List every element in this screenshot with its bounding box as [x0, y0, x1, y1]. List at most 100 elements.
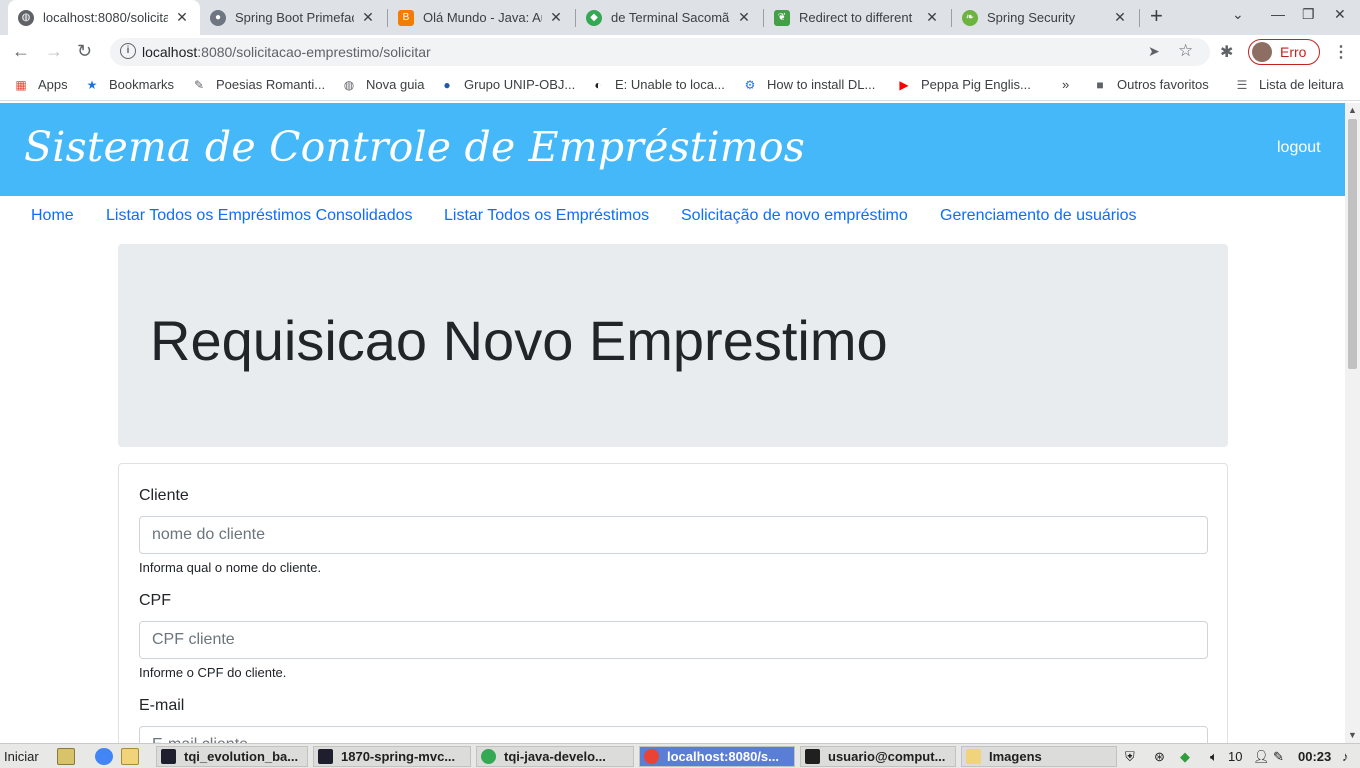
bookmark-label: How to install DL... [767, 77, 876, 92]
minimize-icon[interactable]: — [1271, 6, 1285, 22]
send-icon[interactable]: ➤ [1148, 43, 1160, 60]
bookmark-poesias[interactable]: ✎ Poesias Romanti... [192, 77, 325, 92]
taskbar-window-localhost[interactable]: localhost:8080/s... [639, 746, 795, 767]
volume-icon[interactable]: 🔈︎ [1210, 749, 1218, 765]
bookmark-label: Poesias Romanti... [216, 77, 326, 92]
nav-solicitacao[interactable]: Solicitação de novo empréstimo [681, 207, 908, 225]
folder-icon [966, 749, 981, 764]
window-title: Imagens [989, 749, 1042, 764]
close-tab-icon[interactable]: ✕ [736, 9, 752, 26]
scrollbar-thumb[interactable] [1348, 119, 1357, 369]
site-title: Sistema de Controle de Empréstimos [24, 123, 805, 171]
reading-list[interactable]: ☰ Lista de leitura [1235, 77, 1344, 92]
back-icon[interactable]: ← [12, 41, 30, 62]
folder-launcher-icon[interactable] [121, 748, 139, 765]
new-tab-icon[interactable]: + [1150, 3, 1163, 29]
close-tab-icon[interactable]: ✕ [360, 9, 376, 26]
address-bar[interactable]: i localhost:8080/solicitacao-emprestimo/… [110, 38, 1210, 66]
taskbar-window-terminal[interactable]: usuario@comput... [800, 746, 956, 767]
window-title: tqi_evolution_ba... [184, 749, 299, 764]
user-icon[interactable]: 👤︎ [1253, 749, 1270, 765]
taskbar-window-tqi-evolution[interactable]: tqi_evolution_ba... [156, 746, 308, 767]
close-tab-icon[interactable]: ✕ [174, 9, 190, 26]
github-icon: ● [210, 9, 226, 26]
tab-localhost[interactable]: ◍ localhost:8080/solicitacao ✕ [8, 0, 200, 35]
music-note-icon[interactable]: ♪ [1342, 749, 1349, 764]
profile-status-label: Erro [1280, 44, 1307, 60]
tab-strip: ◍ localhost:8080/solicitacao ✕ ● Spring … [0, 0, 1360, 35]
close-tab-icon[interactable]: ✕ [548, 9, 564, 26]
bookmark-peppa-pig[interactable]: ▶ Peppa Pig Englis... [897, 77, 1031, 92]
cliente-label: Cliente [139, 487, 189, 504]
cpf-input[interactable] [139, 621, 1208, 659]
maps-icon: ◆ [586, 9, 602, 26]
address-url[interactable]: localhost:8080/solicitacao-emprestimo/so… [142, 44, 431, 60]
tab-title: localhost:8080/solicitacao [43, 10, 168, 25]
chrome-launcher-icon[interactable] [95, 748, 113, 765]
pen-icon[interactable]: ✎ [1273, 749, 1284, 765]
reload-icon[interactable]: ↻ [77, 41, 92, 62]
bookmark-outros-favoritos[interactable]: ■ Outros favoritos [1093, 77, 1208, 92]
bookmark-unable-to-locate[interactable]: ◐ E: Unable to loca... [591, 77, 724, 92]
security-tray-icon[interactable]: ⊛ [1154, 749, 1165, 765]
logout-link[interactable]: logout [1277, 139, 1321, 157]
menu-dots-icon[interactable]: ⋮ [1333, 42, 1349, 62]
poetry-site-icon: ✎ [193, 77, 205, 92]
bookmark-star-icon[interactable]: ☆ [1178, 41, 1193, 61]
intellij-icon [161, 749, 176, 764]
nav-gerenciamento-usuarios[interactable]: Gerenciamento de usuários [940, 207, 1137, 225]
nav-home[interactable]: Home [31, 207, 74, 225]
info-icon[interactable]: i [120, 43, 136, 59]
browser-toolbar: ← → ↻ i localhost:8080/solicitacao-empre… [0, 35, 1360, 69]
email-input[interactable] [139, 726, 1208, 743]
tab-spring-boot-primefaces[interactable]: ● Spring Boot Primefaces ✕ [200, 0, 386, 35]
tab-search-icon[interactable]: ⌄ [1232, 6, 1244, 23]
cliente-input[interactable] [139, 516, 1208, 554]
taskbar-window-spring-mvc[interactable]: 1870-spring-mvc... [313, 746, 471, 767]
taskbar-window-tqi-java[interactable]: tqi-java-develo... [476, 746, 634, 767]
intellij-icon [318, 749, 333, 764]
bookmark-label: Grupo UNIP-OBJ... [464, 77, 576, 92]
bookmark-how-to-install[interactable]: ⚙ How to install DL... [743, 77, 876, 92]
page-scrollbar[interactable]: ▲ ▼ [1345, 103, 1360, 743]
terminal-icon [805, 749, 820, 764]
tab-maps[interactable]: ◆ de Terminal Sacomã a ✕ [576, 0, 762, 35]
avatar [1252, 42, 1272, 62]
tab-ola-mundo[interactable]: B Olá Mundo - Java: Au ✕ [388, 0, 574, 35]
more-bookmarks-chevron-icon[interactable]: » [1062, 77, 1069, 92]
tab-redirect[interactable]: ❦ Redirect to different ✕ [764, 0, 950, 35]
globe-icon: ◍ [18, 9, 34, 26]
nav-listar-emprestimos[interactable]: Listar Todos os Empréstimos [444, 207, 649, 225]
cpf-label: CPF [139, 592, 171, 609]
bookmark-nova-guia[interactable]: ◍ Nova guia [342, 77, 425, 92]
cpf-help-text: Informe o CPF do cliente. [139, 665, 287, 680]
bookmark-grupo-unip[interactable]: ● Grupo UNIP-OBJ... [440, 77, 575, 92]
scroll-up-arrow-icon[interactable]: ▲ [1348, 105, 1357, 115]
close-tab-icon[interactable]: ✕ [924, 9, 940, 26]
tab-title: Spring Boot Primefaces [235, 10, 354, 25]
email-label: E-mail [139, 697, 185, 714]
clock: 00:23 [1298, 749, 1332, 764]
reading-list-icon: ☰ [1236, 77, 1248, 92]
start-menu-button[interactable]: Iniciar [4, 749, 39, 764]
forward-icon[interactable]: → [45, 41, 63, 62]
nav-listar-consolidados[interactable]: Listar Todos os Empréstimos Consolidados [106, 207, 413, 225]
profile-button[interactable]: Erro [1248, 39, 1320, 65]
window-title: tqi-java-develo... [504, 749, 606, 764]
bookmark-label: Peppa Pig Englis... [921, 77, 1031, 92]
extensions-puzzle-icon[interactable]: ✱ [1220, 42, 1233, 62]
close-window-icon[interactable]: ✕ [1334, 6, 1346, 23]
file-manager-launcher-icon[interactable] [57, 748, 75, 765]
brazil-flag-icon[interactable]: ◆ [1180, 749, 1190, 765]
shield-icon[interactable]: ⛨ [1125, 749, 1135, 765]
folder-icon: ■ [1096, 77, 1104, 92]
tab-spring-security[interactable]: ❧ Spring Security ✕ [952, 0, 1138, 35]
bookmark-label: Bookmarks [109, 77, 175, 92]
bookmark-apps[interactable]: ▦ Apps [14, 77, 67, 92]
scroll-down-arrow-icon[interactable]: ▼ [1348, 730, 1357, 740]
taskbar-window-imagens[interactable]: Imagens [961, 746, 1117, 767]
bookmark-bookmarks[interactable]: ★ Bookmarks [85, 77, 174, 92]
close-tab-icon[interactable]: ✕ [1112, 9, 1128, 26]
restore-icon[interactable]: ❐ [1302, 6, 1315, 23]
more-bookmarks-label: » [1062, 77, 1070, 92]
